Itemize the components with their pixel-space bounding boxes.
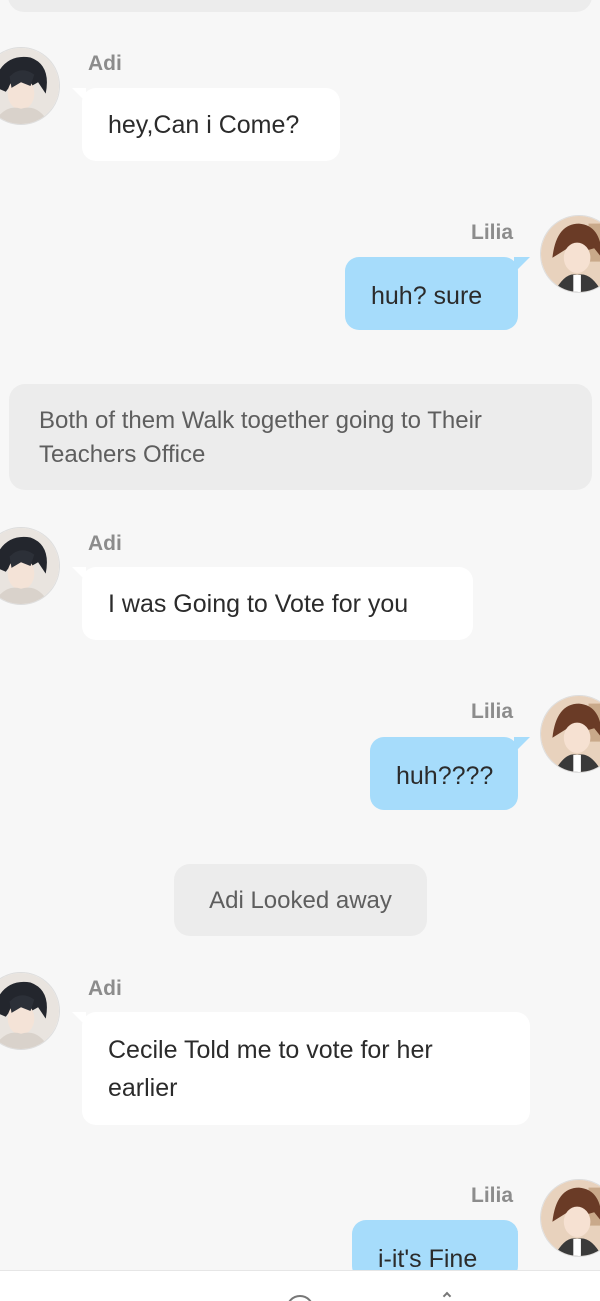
speaker-name: Adi bbox=[88, 532, 122, 555]
speaker-name: Lilia bbox=[471, 1184, 514, 1207]
lilia-avatar-icon[interactable] bbox=[540, 1179, 600, 1257]
speaker-name: Lilia bbox=[471, 221, 514, 244]
previous-message-remnant bbox=[8, 0, 592, 12]
speaker-name: Adi bbox=[88, 52, 122, 75]
bottom-input-bar[interactable] bbox=[0, 1270, 600, 1301]
message-bubble[interactable]: huh? sure bbox=[345, 257, 530, 330]
narration-box: Adi Looked away bbox=[174, 864, 427, 936]
chat-input-icon[interactable] bbox=[286, 1295, 314, 1301]
message-bubble[interactable]: Cecile Told me to vote for her earlier bbox=[72, 1012, 530, 1125]
chevron-up-icon[interactable] bbox=[442, 1291, 452, 1301]
speaker-name: Lilia bbox=[471, 700, 514, 723]
narration-box: Both of them Walk together going to Thei… bbox=[9, 384, 592, 490]
adi-avatar-icon[interactable] bbox=[0, 527, 60, 605]
speaker-name: Adi bbox=[88, 977, 122, 1000]
adi-avatar-icon[interactable] bbox=[0, 972, 60, 1050]
lilia-avatar-icon[interactable] bbox=[540, 695, 600, 773]
adi-avatar-icon[interactable] bbox=[0, 47, 60, 125]
message-bubble[interactable]: I was Going to Vote for you bbox=[72, 567, 473, 640]
message-bubble[interactable]: huh???? bbox=[370, 737, 530, 810]
message-bubble[interactable]: hey,Can i Come? bbox=[72, 88, 340, 161]
lilia-avatar-icon[interactable] bbox=[540, 215, 600, 293]
